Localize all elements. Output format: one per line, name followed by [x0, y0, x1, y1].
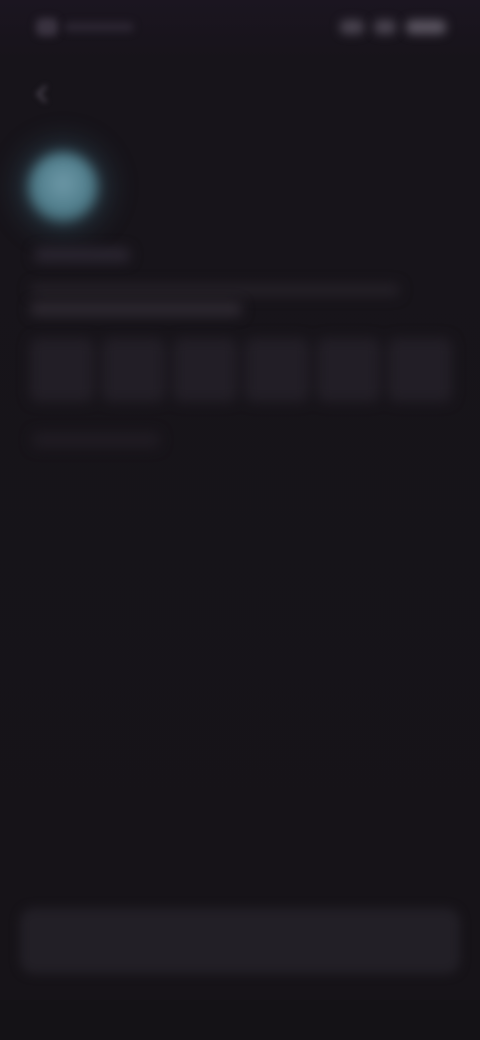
status-text	[64, 22, 134, 32]
app-icon	[36, 18, 58, 36]
code-cell-1[interactable]	[30, 338, 94, 402]
code-cell-4[interactable]	[245, 338, 309, 402]
battery-icon	[406, 20, 446, 34]
resend-link[interactable]	[32, 432, 160, 448]
status-bar	[0, 0, 480, 56]
description-line	[30, 284, 400, 296]
back-button[interactable]	[22, 74, 62, 114]
screen	[0, 0, 480, 1040]
primary-button[interactable]	[20, 908, 460, 974]
status-icons	[340, 18, 450, 38]
signal-icon	[340, 20, 364, 34]
description-line-2	[30, 302, 242, 316]
code-cell-3[interactable]	[173, 338, 238, 402]
back-arrow-icon	[36, 85, 47, 103]
code-input-row[interactable]	[30, 338, 453, 402]
name-label	[34, 248, 130, 262]
code-cell-5[interactable]	[316, 338, 381, 402]
code-cell-2[interactable]	[101, 338, 166, 402]
bottom-bar	[0, 1000, 480, 1040]
avatar	[28, 152, 98, 222]
wifi-icon	[374, 20, 396, 34]
code-cell-6[interactable]	[388, 338, 453, 402]
